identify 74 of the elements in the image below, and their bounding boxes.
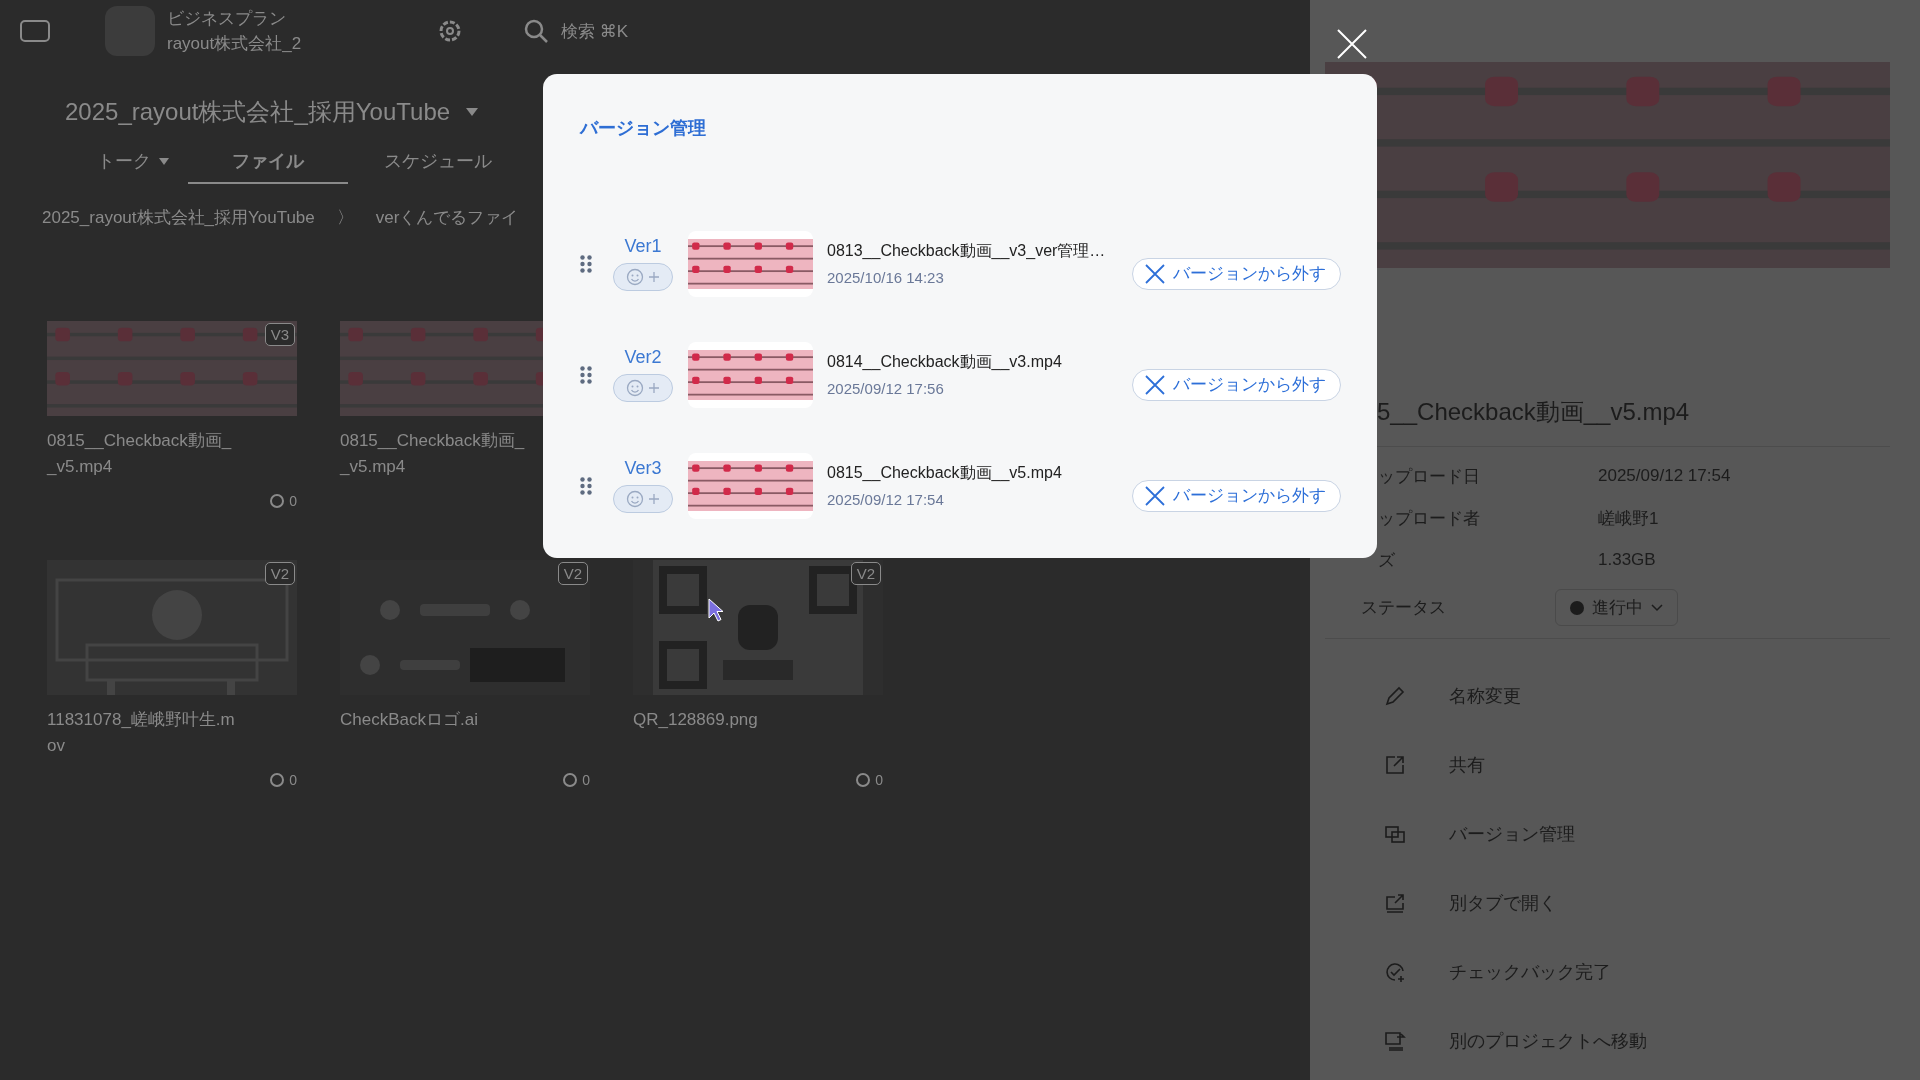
search-icon[interactable] xyxy=(523,18,549,44)
comment-count: 0 xyxy=(875,772,883,788)
breadcrumb-item[interactable]: 2025_rayout株式会社_採用YouTube xyxy=(42,206,315,229)
file-title: 5__Checkback動画__v5.mp4 xyxy=(1377,398,1690,425)
smiley-icon xyxy=(626,379,644,397)
status-label: ステータス xyxy=(1361,597,1447,619)
version-label: Ver3 xyxy=(624,458,662,479)
cursor-icon xyxy=(708,598,724,622)
comment-icon xyxy=(855,772,872,788)
breadcrumb-separator: 〉 xyxy=(336,207,354,229)
file-name[interactable]: QR_128869.png xyxy=(633,707,823,759)
version-label: Ver2 xyxy=(624,347,662,368)
file-name[interactable]: 0815__Checkback動画__v5.mp4 xyxy=(340,428,530,480)
search-label[interactable]: 検索 ⌘K xyxy=(561,19,629,43)
smiley-icon xyxy=(626,490,644,508)
tab[interactable]: トーク xyxy=(78,140,188,184)
breadcrumb-item[interactable]: verくんでるファイ xyxy=(375,206,519,229)
workspace-name: rayout株式会社_2 xyxy=(167,33,303,55)
chevron-down-icon xyxy=(1651,603,1663,612)
close-icon xyxy=(1145,263,1165,284)
tab[interactable]: スケジュール xyxy=(348,140,528,184)
drag-handle-icon[interactable] xyxy=(580,476,592,495)
plan-name: ビジネスプラン xyxy=(167,8,287,30)
drag-handle-icon[interactable] xyxy=(580,254,592,273)
version-badge: V3 xyxy=(264,323,295,346)
upload-date: 2025/09/12 17:54 xyxy=(827,491,944,508)
comment-icon xyxy=(562,772,579,788)
detail-value: 嵯峨野1 xyxy=(1598,507,1660,530)
remove-version-button[interactable]: バージョンから外す xyxy=(1132,368,1341,401)
tab[interactable]: ファイル xyxy=(188,140,348,184)
upload-date: 2025/10/16 14:23 xyxy=(827,269,944,286)
detail-value: 2025/09/12 17:54 xyxy=(1598,466,1732,486)
version-label: Ver1 xyxy=(624,236,662,257)
action-item[interactable]: 別のプロジェクトへ移動 xyxy=(1383,1006,1890,1075)
version-badge: V2 xyxy=(264,562,295,585)
settings-icon[interactable] xyxy=(437,18,463,44)
action-item[interactable]: 名称変更 xyxy=(1383,661,1890,730)
plus-icon xyxy=(648,271,660,283)
version-file-name: 0813__Checkback動画__v3_ver管理… xyxy=(827,241,1106,261)
detail-value: 1.33GB xyxy=(1598,550,1657,570)
plus-icon xyxy=(648,493,660,505)
version-badge: V2 xyxy=(850,562,881,585)
plus-icon xyxy=(648,382,660,394)
comment-icon xyxy=(269,772,286,788)
version-file-name: 0815__Checkback動画__v5.mp4 xyxy=(827,463,1062,483)
close-icon xyxy=(1145,374,1165,395)
detail-label: ップロード者 xyxy=(1378,507,1481,530)
action-item[interactable]: 別タブで開く xyxy=(1383,868,1890,937)
close-button[interactable] xyxy=(1336,28,1368,60)
action-item[interactable]: チェックバック完了 xyxy=(1383,937,1890,1006)
caret-icon[interactable] xyxy=(466,108,479,116)
project-title[interactable]: 2025_rayout株式会社_採用YouTube xyxy=(65,96,451,128)
status-dot-icon xyxy=(1570,600,1584,615)
comment-count: 0 xyxy=(289,493,297,509)
version-badge: V2 xyxy=(557,562,588,585)
file-name[interactable]: 0815__Checkback動画__v5.mp4 xyxy=(47,428,237,480)
remove-version-button[interactable]: バージョンから外す xyxy=(1132,257,1341,290)
close-icon xyxy=(1145,485,1165,506)
version-file-name: 0814__Checkback動画__v3.mp4 xyxy=(827,352,1062,372)
remove-version-button[interactable]: バージョンから外す xyxy=(1132,479,1341,512)
dialog-title: バージョン管理 xyxy=(580,117,707,140)
comment-count: 0 xyxy=(289,772,297,788)
file-name[interactable]: 11831078_嵯峨野叶生.mov xyxy=(47,707,237,759)
upload-date: 2025/09/12 17:56 xyxy=(827,380,944,397)
sidebar-toggle-icon[interactable] xyxy=(20,19,50,43)
detail-label: ップロード日 xyxy=(1378,465,1481,488)
comment-count: 0 xyxy=(582,772,590,788)
file-name[interactable]: CheckBackロゴ.ai xyxy=(340,707,530,759)
action-item[interactable]: 共有 xyxy=(1383,730,1890,799)
status-dropdown[interactable]: 進行中 xyxy=(1555,589,1678,626)
detail-label: ズ xyxy=(1378,549,1396,572)
comment-icon xyxy=(269,493,286,509)
drag-handle-icon[interactable] xyxy=(580,365,592,384)
smiley-icon xyxy=(626,268,644,286)
